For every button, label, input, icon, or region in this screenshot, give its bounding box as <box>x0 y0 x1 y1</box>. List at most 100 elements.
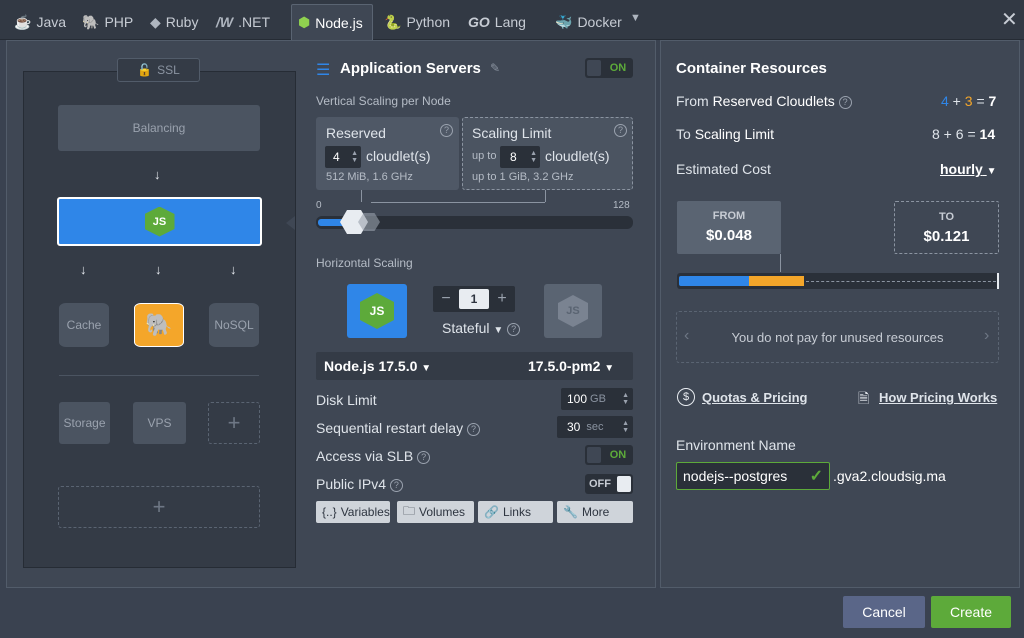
info-note: You do not pay for unused resources <box>731 330 944 345</box>
disk-limit-input[interactable]: 100 GB ▲ ▼ <box>561 388 633 410</box>
close-icon[interactable]: ✕ <box>1001 7 1018 32</box>
stepper-arrows-icon: ▲ ▼ <box>622 420 629 434</box>
reserved-unit: cloudlet(s) <box>366 148 431 164</box>
limit-total: 14 <box>979 126 996 142</box>
wrench-icon: 🔧 <box>563 505 578 519</box>
help-icon[interactable]: ? <box>466 422 480 436</box>
horizontal-scaling-label: Horizontal Scaling <box>316 256 413 270</box>
tab-nodejs[interactable]: ⬢ Node.js <box>291 4 373 40</box>
environment-domain: .gva2.cloudsig.ma <box>833 468 946 484</box>
scaling-limit-info: 1 GiB, 3.2 GHz <box>499 171 574 183</box>
tab-java[interactable]: ☕ Java <box>8 4 72 40</box>
reserved-info: 512 MiB, 1.6 GHz <box>326 171 413 183</box>
braces-icon: {..} <box>322 505 337 519</box>
cancel-button[interactable]: Cancel <box>843 596 925 628</box>
minus-icon[interactable]: − <box>433 290 459 308</box>
java-icon: ☕ <box>14 13 32 30</box>
section-title: Application Servers <box>340 60 481 77</box>
resources-title: Container Resources <box>676 60 827 77</box>
go-icon: GO <box>468 14 490 30</box>
nodejs-icon: JS <box>360 293 394 329</box>
tab-docker[interactable]: 🐳 Docker <box>549 4 628 40</box>
usage-bar-dynamic <box>749 276 804 286</box>
plus-icon[interactable]: + <box>489 290 515 308</box>
help-icon[interactable]: ? <box>507 322 521 336</box>
engine-dropdown[interactable]: Node.js 17.5.0 ▼ <box>324 358 431 374</box>
plus-icon: + <box>152 494 166 519</box>
help-icon[interactable]: ? <box>389 478 403 492</box>
more-tabs-chevron-icon[interactable]: ▼ <box>630 12 641 24</box>
balancing-layer[interactable]: Balancing <box>58 105 260 151</box>
chevron-down-icon: ▼ <box>986 166 997 177</box>
tab-python[interactable]: 🐍 Python <box>378 4 456 40</box>
version-dropdown[interactable]: 17.5.0-pm2 ▼ <box>528 358 614 374</box>
python-icon: 🐍 <box>384 13 402 30</box>
slb-label: Access via SLB <box>316 448 414 464</box>
restart-delay-input[interactable]: 30 sec ▲ ▼ <box>557 416 633 438</box>
scaling-limit-unit: cloudlet(s) <box>545 148 610 164</box>
postgresql-icon: 🐘 <box>145 312 173 337</box>
restart-delay-label: Sequential restart delay <box>316 420 464 436</box>
stepper-arrows-icon: ▲ ▼ <box>622 392 629 406</box>
stepper-arrows-icon: ▲ ▼ <box>351 150 358 164</box>
edit-icon[interactable]: ✎ <box>490 61 500 75</box>
vps-node[interactable]: VPS <box>133 402 186 444</box>
tab-go-lang[interactable]: GO Lang <box>462 4 532 40</box>
stepper-arrows-icon: ▲ ▼ <box>530 150 537 164</box>
quotas-pricing-link[interactable]: Quotas & Pricing <box>702 390 807 405</box>
nosql-node[interactable]: NoSQL <box>209 303 259 347</box>
arrow-down-icon: ↓ <box>154 167 161 182</box>
how-pricing-works-link[interactable]: How Pricing Works <box>879 390 997 405</box>
nodejs-gray-icon: JS <box>544 284 602 338</box>
tab-ruby[interactable]: ◆ Ruby <box>144 4 204 40</box>
cache-node[interactable]: Cache <box>59 303 109 347</box>
connector <box>361 190 362 202</box>
create-button[interactable]: Create <box>931 596 1011 628</box>
nodejs-app-server-node[interactable]: JS <box>57 197 262 246</box>
more-button[interactable]: 🔧 More <box>557 501 633 523</box>
help-icon[interactable]: ? <box>417 450 431 464</box>
tab-php[interactable]: 🐘 PHP <box>76 4 139 40</box>
engine-tab-bar: ☕ Java 🐘 PHP ◆ Ruby /W .NET ⬢ Node.js 🐍 Python… <box>0 0 1024 40</box>
slider-min: 0 <box>316 200 322 211</box>
connector <box>545 190 546 202</box>
to-price: $0.121 <box>923 228 970 245</box>
scaling-limit-stepper[interactable]: 8 ▲ ▼ <box>500 146 540 168</box>
slider-max: 128 <box>613 200 630 211</box>
nodejs-icon: JS <box>558 295 588 327</box>
storage-node[interactable]: Storage <box>59 402 110 444</box>
postgresql-node[interactable]: 🐘 <box>134 303 184 347</box>
help-icon[interactable]: ? <box>614 124 627 137</box>
connector <box>780 254 781 272</box>
vertical-scaling-label: Vertical Scaling per Node <box>316 94 451 108</box>
document-icon: 🗎 <box>858 390 870 406</box>
help-icon[interactable]: ? <box>440 124 453 137</box>
scaling-limit-prefix: up to <box>472 150 497 162</box>
add-layer-button[interactable]: + <box>58 486 260 528</box>
cost-period-dropdown[interactable]: hourly ▼ <box>940 161 997 177</box>
help-icon[interactable]: ? <box>838 95 852 109</box>
variables-button[interactable]: {..} Variables <box>316 501 390 523</box>
tab-dotnet[interactable]: /W .NET <box>210 4 276 40</box>
usage-bar-end <box>997 273 999 289</box>
reserved-cloudlets-stepper[interactable]: 4 ▲ ▼ <box>325 146 361 168</box>
scaling-limit-label: Scaling Limit <box>472 125 552 141</box>
docker-icon: 🐳 <box>555 13 573 30</box>
ssl-toggle[interactable]: 🔓 SSL <box>117 58 200 82</box>
ipv4-label: Public IPv4 <box>316 476 387 492</box>
reserved-label: Reserved <box>326 125 386 141</box>
link-icon: 🔗 <box>484 505 499 519</box>
menu-icon[interactable]: ☰ <box>316 60 330 80</box>
slb-toggle[interactable]: ON <box>585 445 633 465</box>
app-servers-toggle[interactable]: ON <box>585 58 633 78</box>
volumes-button[interactable]: 🗀 Volumes <box>397 501 474 523</box>
stateful-dropdown[interactable]: Stateful ▼ ? <box>442 320 521 336</box>
environment-name-input[interactable]: nodejs--postgres ✓ <box>676 462 830 490</box>
reserved-cloudlets-label: Reserved Cloudlets <box>712 93 835 109</box>
from-price-box: FROM $0.048 <box>677 201 781 254</box>
add-extra-node-button[interactable]: + <box>208 402 260 444</box>
node-count-stepper[interactable]: − 1 + <box>433 286 515 312</box>
links-button[interactable]: 🔗 Links <box>478 501 553 523</box>
arrow-down-icon: ↓ <box>80 262 87 277</box>
ipv4-toggle[interactable]: OFF <box>585 474 633 494</box>
